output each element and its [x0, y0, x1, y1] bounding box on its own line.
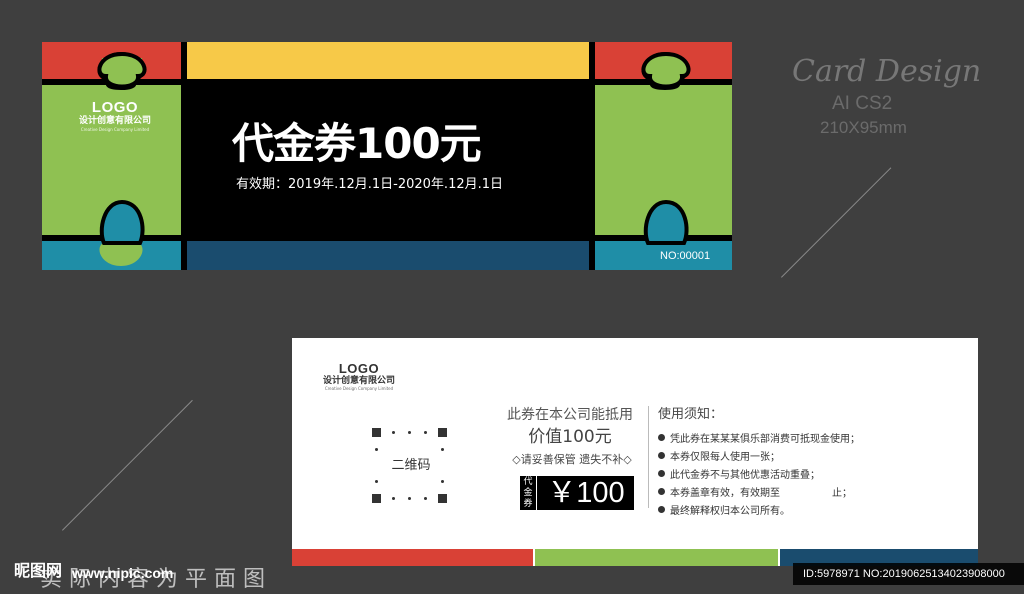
usage-notes-title: 使用须知： [658, 407, 724, 422]
bullet-icon [658, 505, 665, 513]
left-top-knob-shape [97, 51, 147, 89]
card-design-caption: Card Design [792, 54, 982, 89]
software-caption: AI CS2 [832, 93, 893, 114]
usage-note: 最终解释权归本公司所有。 [658, 500, 860, 518]
size-caption: 210X95mm [820, 118, 907, 137]
back-company-name: 设计创意有限公司 [322, 376, 395, 386]
watermark-id: ID:5978971 NO:20190625134023908000 [803, 568, 1005, 580]
qr-code-label: 二维码 [391, 458, 431, 473]
left-bottom-puzzle-knob [99, 199, 145, 245]
price-value: ￥100 [547, 477, 625, 509]
front-logo-block: LOGO 设计创意有限公司 Creative Design Company Li… [60, 100, 170, 133]
voucher-title: 代金券100元 [232, 119, 482, 168]
back-logo: LOGO [338, 361, 380, 376]
serial-number: NO:00001 [660, 250, 711, 262]
top-yellow-band [187, 42, 589, 79]
qr-code-placeholder: 二维码 [368, 424, 454, 508]
front-company-english: Creative Design Company Limited [80, 127, 150, 132]
right-bottom-puzzle-knob [643, 199, 689, 245]
deduct-text: 此券在本公司能抵用 [507, 407, 633, 423]
back-logo-block: LOGO 设计创意有限公司 Creative Design Company Li… [318, 362, 400, 392]
front-company-name: 设计创意有限公司 [78, 116, 151, 126]
qr-corner-mark [438, 428, 447, 437]
qr-corner-mark [372, 494, 381, 503]
usage-notes-list: 凭此券在某某某俱乐部消费可抵现金使用； 本券仅限每人使用一张； 此代金券不与其他… [658, 428, 860, 518]
bottom-green-strip [535, 549, 778, 566]
price-box: 代金券 ￥100 [520, 476, 634, 510]
price-tag-label: 代金券 [520, 476, 537, 510]
bullet-icon [658, 433, 665, 441]
decorative-diagonal-line-left [62, 399, 193, 531]
bottom-red-strip [292, 549, 533, 566]
usage-note: 本券仅限每人使用一张； [658, 446, 860, 464]
bullet-icon [658, 469, 665, 477]
right-top-knob-shape [641, 51, 691, 89]
back-company-english: Creative Design Company Limited [324, 386, 394, 391]
front-logo: LOGO [91, 99, 139, 116]
bullet-icon [658, 487, 665, 495]
usage-note: 本券盖章有效，有效期至 止； [658, 482, 860, 500]
watermark-url: www.nipic.com [72, 565, 174, 581]
decorative-diagonal-line-right [781, 167, 892, 278]
bottom-navy-band [187, 241, 589, 270]
keep-safe-notice: ◇请妥善保管 遗失不补◇ [512, 453, 632, 466]
back-divider [648, 406, 649, 508]
bullet-icon [658, 451, 665, 459]
deduct-value: 价值100元 [528, 427, 612, 447]
qr-corner-mark [438, 494, 447, 503]
qr-corner-mark [372, 428, 381, 437]
usage-note: 凭此券在某某某俱乐部消费可抵现金使用； [658, 428, 860, 446]
usage-note: 此代金券不与其他优惠活动重叠； [658, 464, 860, 482]
watermark-site-logo: 昵图网 [14, 561, 63, 580]
validity-period: 有效期：2019年.12月.1日-2020年.12月.1日 [236, 177, 504, 192]
